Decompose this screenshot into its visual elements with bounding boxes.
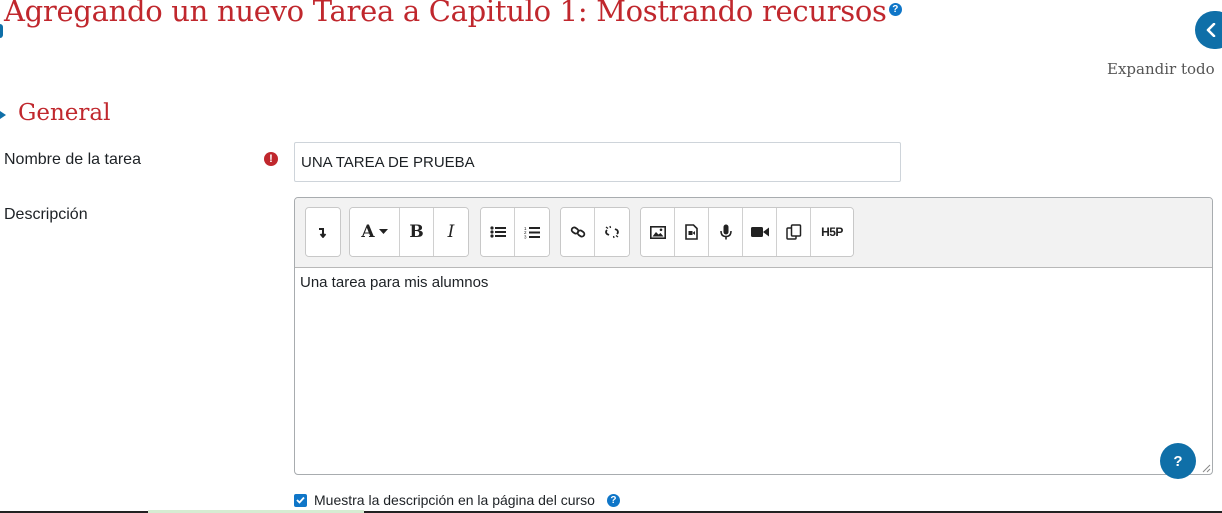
italic-icon: I bbox=[447, 222, 455, 242]
font-style-icon: A bbox=[361, 222, 375, 242]
italic-button[interactable]: I bbox=[434, 208, 468, 256]
editor-toolbar: A B I 1 2 3 H5P bbox=[295, 198, 1212, 268]
page-title-text: Agregando un nuevo Tarea a Capitulo 1: M… bbox=[4, 0, 887, 28]
record-audio-icon bbox=[719, 224, 732, 240]
record-audio-button[interactable] bbox=[709, 208, 743, 256]
description-label: Descripción bbox=[4, 206, 88, 223]
record-video-icon bbox=[750, 227, 769, 237]
description-text: Una tarea para mis alumnos bbox=[300, 274, 489, 291]
ordered-list-button[interactable]: 1 2 3 bbox=[515, 208, 549, 256]
expand-all-link[interactable]: Expandir todo bbox=[1107, 60, 1215, 78]
section-title-general[interactable]: General bbox=[18, 100, 110, 126]
name-label: Nombre de la tarea bbox=[4, 151, 141, 168]
record-video-button[interactable] bbox=[743, 208, 777, 256]
chevron-down-icon bbox=[378, 229, 388, 234]
drawer-toggle-button[interactable] bbox=[1195, 11, 1222, 49]
bold-icon: B bbox=[409, 222, 424, 242]
unlink-icon bbox=[605, 225, 619, 239]
page-title: Agregando un nuevo Tarea a Capitulo 1: M… bbox=[4, 0, 902, 28]
image-icon bbox=[649, 225, 666, 239]
link-icon bbox=[570, 226, 585, 238]
resize-grip-icon[interactable] bbox=[1201, 463, 1211, 473]
media-icon bbox=[685, 224, 698, 240]
left-edge-marker bbox=[0, 24, 3, 38]
collapse-toolbar-button[interactable] bbox=[306, 208, 340, 256]
show-description-row: Muestra la descripción en la página del … bbox=[294, 492, 620, 508]
manage-files-button[interactable] bbox=[777, 208, 811, 256]
h5p-icon: H5P bbox=[821, 225, 843, 239]
unlink-button[interactable] bbox=[595, 208, 629, 256]
toolbar-group-collapse bbox=[305, 207, 341, 257]
media-button[interactable] bbox=[675, 208, 709, 256]
ordered-list-icon: 1 2 3 bbox=[524, 226, 540, 239]
title-help-icon[interactable]: ? bbox=[888, 2, 902, 16]
toolbar-group-lists: 1 2 3 bbox=[480, 207, 550, 257]
toolbar-group-style: A B I bbox=[349, 207, 469, 257]
collapse-toolbar-icon bbox=[319, 228, 327, 238]
svg-text:3: 3 bbox=[524, 234, 527, 239]
description-editor[interactable]: A B I 1 2 3 H5P Una tarea para mis alumn… bbox=[294, 197, 1213, 475]
h5p-button[interactable]: H5P bbox=[811, 208, 853, 256]
help-floating-button[interactable]: ? bbox=[1160, 443, 1196, 479]
toolbar-group-media: H5P bbox=[640, 207, 854, 257]
section-collapse-icon[interactable] bbox=[0, 111, 6, 119]
required-icon: ! bbox=[264, 152, 278, 166]
link-button[interactable] bbox=[561, 208, 595, 256]
show-description-checkbox[interactable] bbox=[294, 493, 307, 507]
checkmark-icon bbox=[296, 496, 305, 504]
font-style-button[interactable]: A bbox=[350, 208, 400, 256]
task-name-input[interactable] bbox=[294, 142, 901, 182]
show-description-label[interactable]: Muestra la descripción en la página del … bbox=[314, 492, 595, 508]
chevron-left-icon bbox=[1206, 23, 1216, 37]
manage-files-icon bbox=[785, 224, 801, 240]
help-icon[interactable]: ? bbox=[606, 493, 620, 507]
image-button[interactable] bbox=[641, 208, 675, 256]
toolbar-group-links bbox=[560, 207, 630, 257]
bold-button[interactable]: B bbox=[400, 208, 434, 256]
unordered-list-button[interactable] bbox=[481, 208, 515, 256]
unordered-list-icon bbox=[489, 226, 506, 238]
editor-content-area[interactable]: Una tarea para mis alumnos bbox=[295, 268, 1212, 474]
